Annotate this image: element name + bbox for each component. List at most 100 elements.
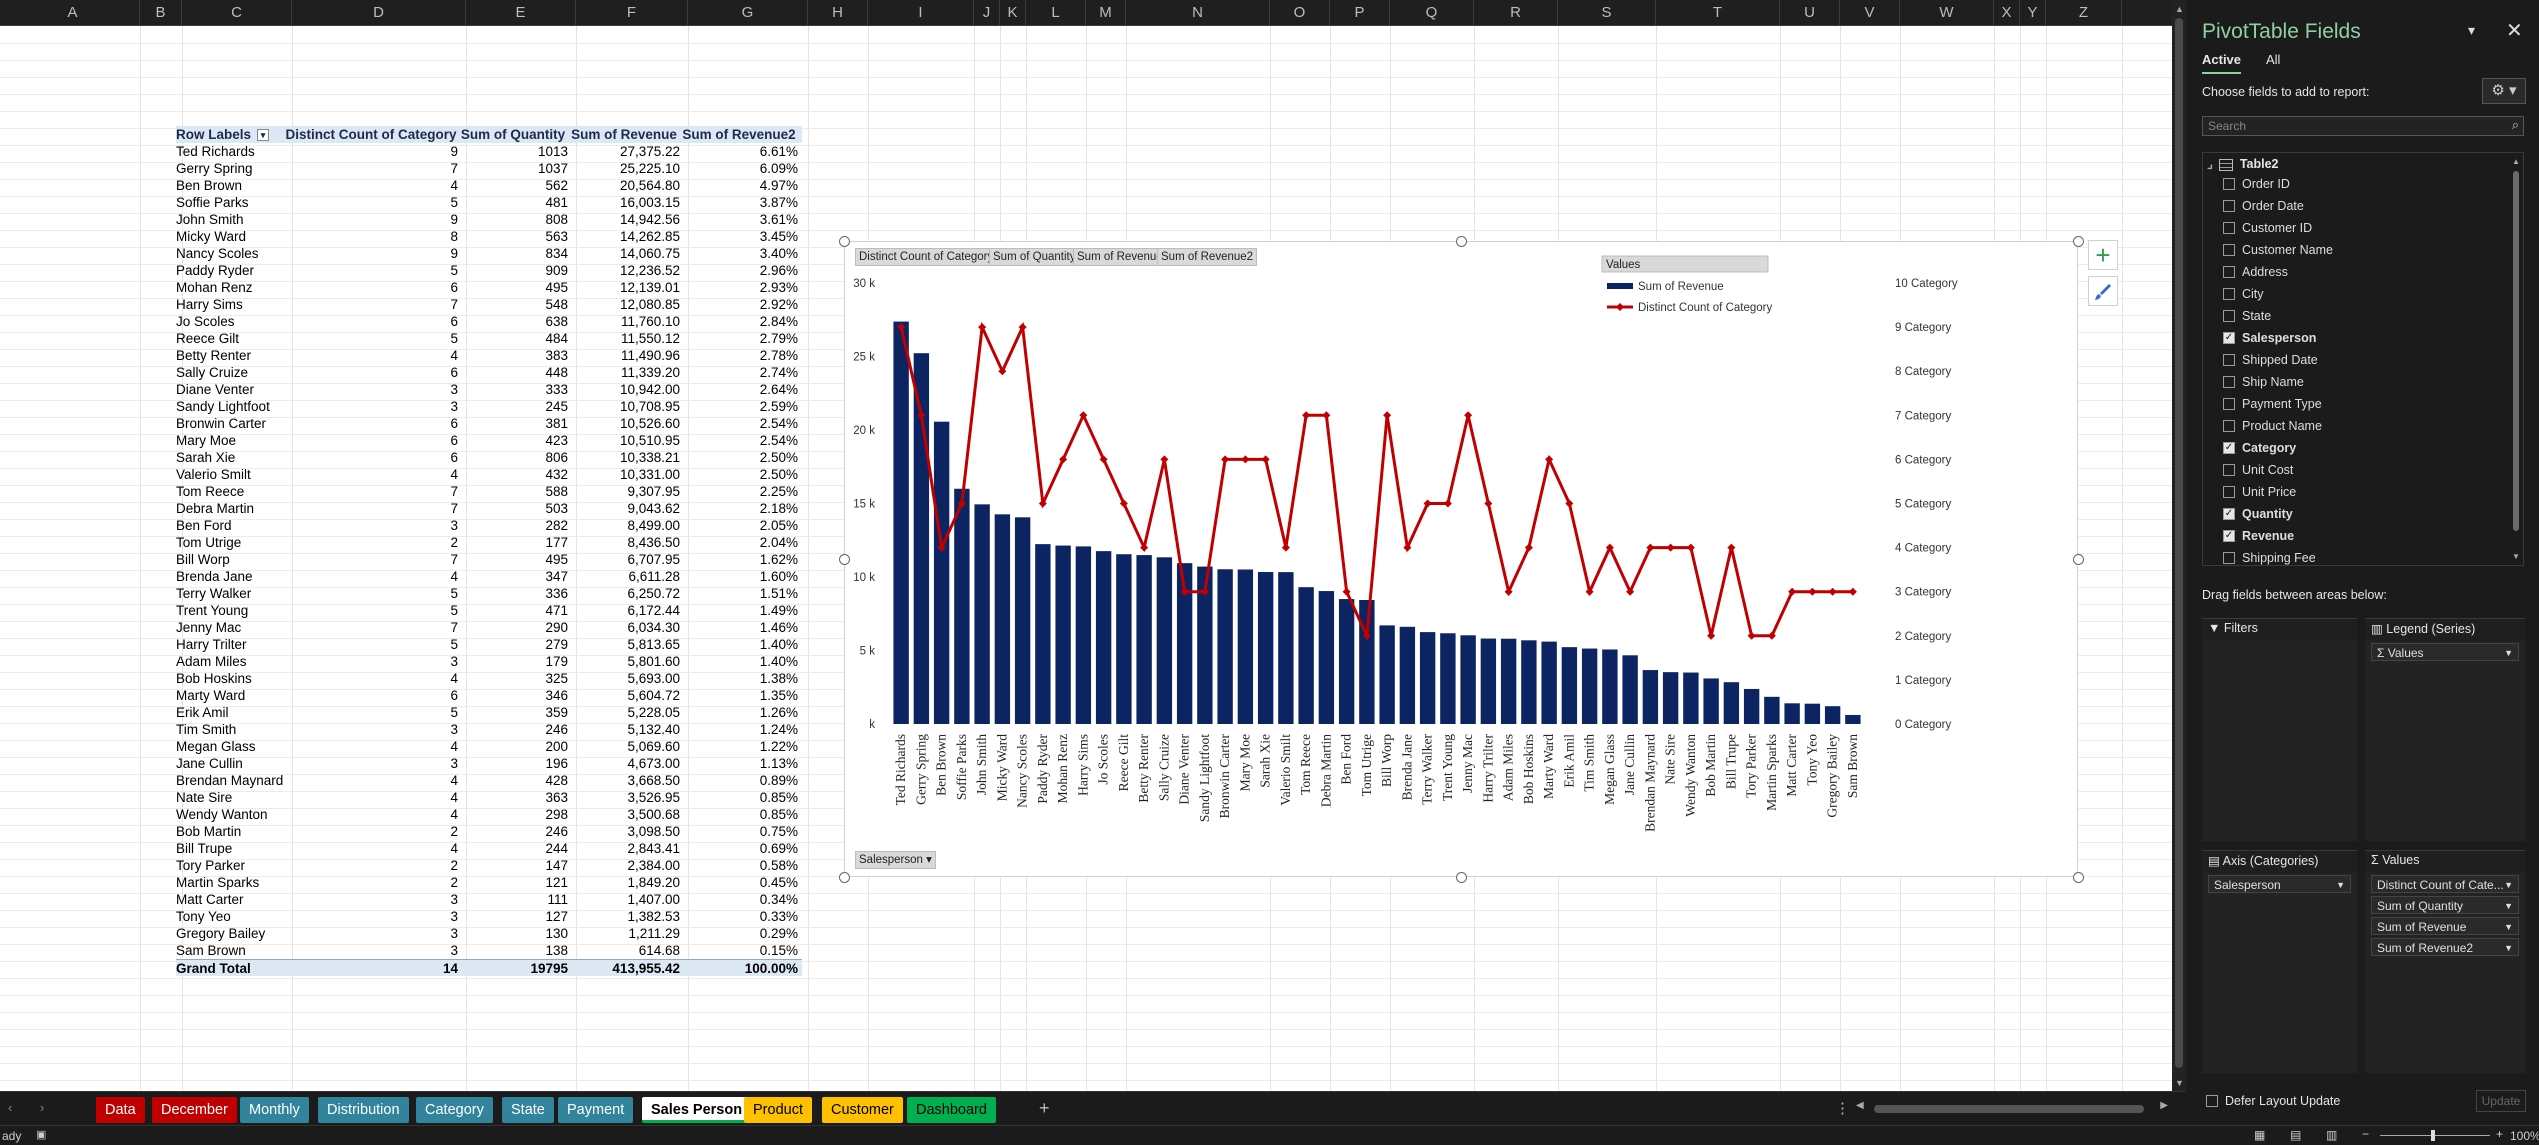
pivot-cell[interactable]: 484 xyxy=(458,330,568,347)
pivot-cell[interactable]: 432 xyxy=(458,466,568,483)
pivot-cell[interactable]: 5 xyxy=(284,194,458,211)
pivot-cell[interactable]: Ted Richards xyxy=(176,143,284,160)
table-row[interactable]: Mohan Renz 6 495 12,139.01 2.93% xyxy=(176,279,802,296)
pivot-cell[interactable]: 2,384.00 xyxy=(568,857,680,874)
pivot-cell[interactable]: Jane Cullin xyxy=(176,755,284,772)
pivot-cell[interactable]: 1.46% xyxy=(680,619,798,636)
pivot-cell[interactable]: 12,236.52 xyxy=(568,262,680,279)
pivot-cell[interactable]: Nate Sire xyxy=(176,789,284,806)
pivot-cell[interactable]: 1.51% xyxy=(680,585,798,602)
pivot-cell[interactable]: 3 xyxy=(284,908,458,925)
field-item[interactable]: Order Date xyxy=(2223,197,2304,215)
pivot-cell[interactable]: 614.68 xyxy=(568,942,680,959)
column-header[interactable]: E xyxy=(466,0,576,26)
pivot-cell[interactable]: Bob Martin xyxy=(176,823,284,840)
table-row[interactable]: Megan Glass 4 200 5,069.60 1.22% xyxy=(176,738,802,755)
pivot-cell[interactable]: 111 xyxy=(458,891,568,908)
values-field[interactable]: Sum of Quantity ▼ xyxy=(2371,896,2519,914)
pivot-cell[interactable]: Distinct Count of Category xyxy=(284,126,458,143)
table-row[interactable]: Debra Martin 7 503 9,043.62 2.18% xyxy=(176,500,802,517)
field-checkbox[interactable] xyxy=(2223,309,2235,322)
table-row[interactable]: Valerio Smilt 4 432 10,331.00 2.50% xyxy=(176,466,802,483)
pivot-cell[interactable]: 347 xyxy=(458,568,568,585)
pivot-cell[interactable]: 1,382.53 xyxy=(568,908,680,925)
field-item[interactable]: Ship Name xyxy=(2223,373,2304,391)
pivot-cell[interactable]: 3,098.50 xyxy=(568,823,680,840)
pivot-cell[interactable]: 2 xyxy=(284,534,458,551)
column-header[interactable]: P xyxy=(1330,0,1390,26)
pivot-cell[interactable]: Tory Parker xyxy=(176,857,284,874)
pivot-cell[interactable]: 6,707.95 xyxy=(568,551,680,568)
table-row[interactable]: Tory Parker 2 147 2,384.00 0.58% xyxy=(176,857,802,874)
pivot-cell[interactable]: Sum of Revenue xyxy=(568,126,680,143)
pivot-cell[interactable]: Bill Worp xyxy=(176,551,284,568)
values-field[interactable]: Sum of Revenue ▼ xyxy=(2371,917,2519,935)
pivot-cell[interactable]: Diane Venter xyxy=(176,381,284,398)
pivot-cell[interactable]: 333 xyxy=(458,381,568,398)
pivot-cell[interactable]: 3 xyxy=(284,653,458,670)
pivot-cell[interactable]: 0.69% xyxy=(680,840,798,857)
page-break-icon[interactable]: ▥ xyxy=(2326,1128,2337,1142)
pivot-cell[interactable]: 196 xyxy=(458,755,568,772)
field-item[interactable]: Order ID xyxy=(2223,175,2290,193)
table-row[interactable]: Marty Ward 6 346 5,604.72 1.35% xyxy=(176,687,802,704)
pivot-cell[interactable]: 448 xyxy=(458,364,568,381)
field-checkbox[interactable] xyxy=(2223,485,2235,498)
values-field[interactable]: Sum of Revenue2 ▼ xyxy=(2371,938,2519,956)
pivot-cell[interactable]: 14,262.85 xyxy=(568,228,680,245)
pivot-cell[interactable]: 5 xyxy=(284,636,458,653)
table-row[interactable]: Mary Moe 6 423 10,510.95 2.54% xyxy=(176,432,802,449)
field-checkbox[interactable] xyxy=(2223,463,2235,476)
column-header[interactable]: A xyxy=(6,0,140,26)
pivot-cell[interactable]: 6,172.44 xyxy=(568,602,680,619)
resize-handle[interactable] xyxy=(839,872,850,883)
pivot-cell[interactable]: 20,564.80 xyxy=(568,177,680,194)
pivot-cell[interactable]: 6,250.72 xyxy=(568,585,680,602)
pivot-cell[interactable]: 2.93% xyxy=(680,279,798,296)
pivot-cell[interactable]: 3 xyxy=(284,925,458,942)
more-options-icon[interactable]: ⋮ xyxy=(1835,1099,1850,1117)
pivot-cell[interactable]: 282 xyxy=(458,517,568,534)
pivot-cell[interactable]: 2 xyxy=(284,823,458,840)
pivot-cell[interactable]: 7 xyxy=(284,483,458,500)
pivot-cell[interactable]: 177 xyxy=(458,534,568,551)
table-row[interactable]: Jenny Mac 7 290 6,034.30 1.46% xyxy=(176,619,802,636)
column-header[interactable]: T xyxy=(1656,0,1780,26)
column-header[interactable]: I xyxy=(868,0,974,26)
table-row[interactable]: Tony Yeo 3 127 1,382.53 0.33% xyxy=(176,908,802,925)
pivot-cell[interactable]: 245 xyxy=(458,398,568,415)
pivot-cell[interactable]: 1.13% xyxy=(680,755,798,772)
pivot-cell[interactable]: 2.96% xyxy=(680,262,798,279)
pivot-cell[interactable]: 363 xyxy=(458,789,568,806)
tools-button[interactable]: ⚙ ▾ xyxy=(2482,78,2526,104)
pivot-cell[interactable]: 10,942.00 xyxy=(568,381,680,398)
pivot-cell[interactable]: 9,043.62 xyxy=(568,500,680,517)
pivot-cell[interactable]: 8 xyxy=(284,228,458,245)
pivot-cell[interactable]: 9,307.95 xyxy=(568,483,680,500)
pivot-cell[interactable]: Sum of Revenue2 xyxy=(680,126,798,143)
sheet-tab[interactable]: December xyxy=(152,1097,237,1123)
pivot-cell[interactable]: 1.35% xyxy=(680,687,798,704)
pivot-cell[interactable]: Sally Cruize xyxy=(176,364,284,381)
pivot-cell[interactable]: 1,407.00 xyxy=(568,891,680,908)
pivot-cell[interactable]: 200 xyxy=(458,738,568,755)
pivot-cell[interactable]: 4 xyxy=(284,789,458,806)
pivot-cell[interactable]: 563 xyxy=(458,228,568,245)
table-row[interactable]: Sarah Xie 6 806 10,338.21 2.50% xyxy=(176,449,802,466)
pivot-cell[interactable]: Gerry Spring xyxy=(176,160,284,177)
field-item[interactable]: ✓ Category xyxy=(2223,439,2296,457)
pivot-cell[interactable]: Paddy Ryder xyxy=(176,262,284,279)
resize-handle[interactable] xyxy=(1456,872,1467,883)
pivot-cell[interactable]: Trent Young xyxy=(176,602,284,619)
pivot-cell[interactable]: 3,668.50 xyxy=(568,772,680,789)
pivot-chart[interactable]: 30 k 25 k 20 k 15 k 10 k 5 k k 10 Category 9 Cat… xyxy=(839,236,2084,883)
table-row[interactable]: Bob Hoskins 4 325 5,693.00 1.38% xyxy=(176,670,802,687)
table-row[interactable]: Trent Young 5 471 6,172.44 1.49% xyxy=(176,602,802,619)
pivot-cell[interactable]: 1.40% xyxy=(680,636,798,653)
field-checkbox[interactable]: ✓ xyxy=(2223,529,2235,542)
chart-elements-button[interactable]: + xyxy=(2088,240,2118,270)
legend-values-field[interactable]: Σ Values ▼ xyxy=(2371,643,2519,661)
pivot-cell[interactable]: 1,211.29 xyxy=(568,925,680,942)
table-row[interactable]: Reece Gilt 5 484 11,550.12 2.79% xyxy=(176,330,802,347)
pivot-cell[interactable]: 4 xyxy=(284,177,458,194)
